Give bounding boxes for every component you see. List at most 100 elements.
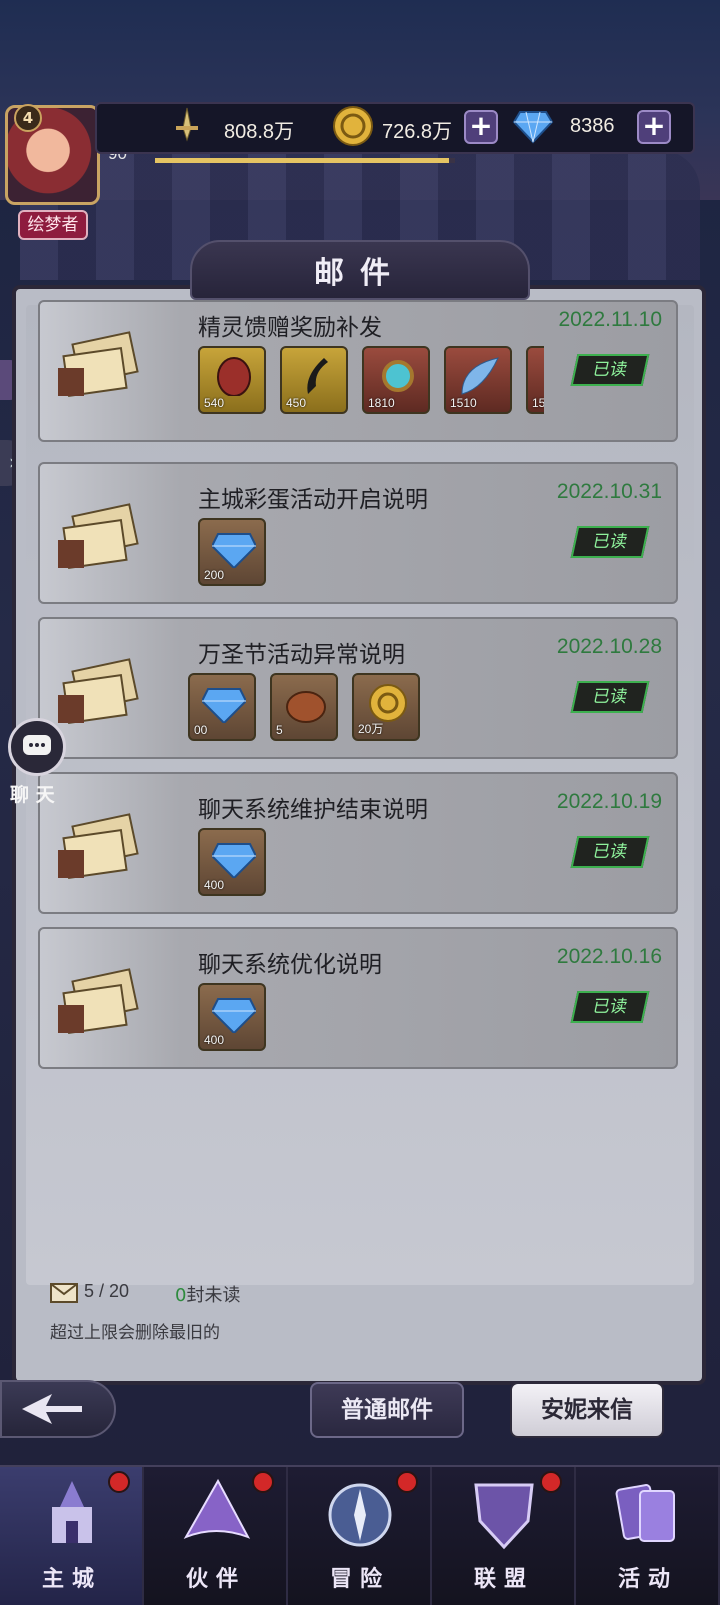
read-status-badge: 已读 [570, 354, 650, 386]
attachment-strip: 00 5 20万 [188, 619, 544, 757]
mail-envelope-icon [58, 503, 139, 569]
notification-dot [540, 1471, 562, 1493]
diamond-icon [212, 998, 256, 1033]
mail-row[interactable]: 精灵馈赠奖励补发 2022.11.10 已读 540 450 1810 1510 [38, 300, 678, 442]
item-icon [540, 356, 544, 396]
nav-label: 联盟 [473, 1566, 534, 1592]
attachment-item[interactable]: 5 [270, 673, 338, 741]
attachment-item[interactable]: 450 [280, 346, 348, 414]
sword-icon [176, 107, 198, 142]
experience-bar [155, 158, 455, 163]
item-quantity: 1810 [368, 396, 395, 410]
unread-count: 0封未读 [175, 1281, 240, 1307]
experience-fill [155, 158, 449, 163]
item-quantity: 200 [204, 568, 225, 582]
claw-icon [307, 358, 328, 394]
chat-bubble-icon [23, 735, 51, 755]
nav-item[interactable]: 伙伴 [144, 1467, 288, 1605]
egg-icon [217, 357, 251, 396]
attachment-strip: 400 [188, 929, 544, 1067]
mail-date: 2022.10.16 [556, 945, 662, 968]
player-title-tag: 绘梦者 [18, 210, 88, 240]
tab-annie-letters[interactable]: 安妮来信 [510, 1382, 664, 1438]
gold-coin-icon [369, 684, 407, 722]
shield-icon [474, 1483, 534, 1550]
attachment-item[interactable]: 540 [198, 346, 266, 414]
nav-item[interactable]: 活动 [576, 1467, 720, 1605]
gold-value: 726.8万 [382, 121, 453, 143]
compass-icon [328, 1483, 392, 1547]
mail-row[interactable]: 万圣节活动异常说明 2022.10.28 已读 00 5 20万 [38, 617, 678, 759]
item-quantity: 400 [204, 878, 225, 892]
tab-normal-mail[interactable]: 普通邮件 [310, 1382, 464, 1438]
orb-icon [382, 360, 414, 392]
item-quantity: 20万 [358, 722, 384, 736]
mail-row[interactable]: 聊天系统优化说明 2022.10.16 已读 400 [38, 927, 678, 1069]
add-diamond-button[interactable]: + [637, 110, 671, 144]
attachment-item[interactable]: 00 [188, 673, 256, 741]
item-quantity: 540 [204, 396, 225, 410]
unread-number: 0 [175, 1285, 187, 1306]
item-quantity: 1510 [450, 396, 477, 410]
cards-icon [615, 1484, 675, 1542]
item-quantity: 5 [276, 723, 283, 737]
chat-label: 聊 天 [10, 784, 55, 806]
attachment-strip: 540 450 1810 1510 153 [188, 302, 544, 440]
panel-title: 邮件 [314, 256, 406, 291]
item-quantity: 00 [194, 723, 208, 737]
nav-label: 活动 [617, 1566, 678, 1592]
mail-row[interactable]: 聊天系统维护结束说明 2022.10.19 已读 400 [38, 772, 678, 914]
unread-label: 封未读 [186, 1285, 241, 1306]
diamond-icon [202, 688, 246, 723]
mail-row[interactable]: 主城彩蛋活动开启说明 2022.10.31 已读 200 [38, 462, 678, 604]
mail-date: 2022.11.10 [558, 308, 662, 331]
nav-item[interactable]: 联盟 [432, 1467, 576, 1605]
castle-icon [52, 1481, 92, 1543]
witch-hat-icon [183, 1478, 251, 1539]
attachment-item[interactable]: 400 [198, 983, 266, 1051]
chat-button[interactable] [8, 718, 66, 776]
back-arrow-icon [22, 1394, 82, 1424]
mail-date: 2022.10.28 [556, 635, 662, 658]
notification-dot [396, 1471, 418, 1493]
nav-label: 主城 [41, 1566, 102, 1592]
back-button[interactable] [0, 1380, 116, 1438]
diamond-icon [212, 533, 256, 568]
nav-label: 伙伴 [185, 1566, 246, 1592]
read-status-badge: 已读 [570, 526, 650, 558]
feather-icon [461, 357, 499, 395]
mail-envelope-icon [58, 331, 139, 397]
envelope-icon [50, 1283, 78, 1303]
nav-item[interactable]: 主城 [0, 1467, 144, 1605]
capacity-note: 超过上限会删除最旧的 [50, 1323, 220, 1343]
power-value: 808.8万 [224, 121, 295, 143]
notification-dot [252, 1471, 274, 1493]
notification-dot [108, 1471, 130, 1493]
diamond-icon [512, 111, 554, 144]
attachment-item[interactable]: 153 [526, 346, 544, 414]
attachment-strip: 400 [188, 774, 544, 912]
attachment-strip: 200 [188, 464, 544, 602]
gold-coin-icon [333, 106, 373, 146]
mail-date: 2022.10.19 [556, 790, 662, 813]
attachment-item[interactable]: 1810 [362, 346, 430, 414]
mail-envelope-icon [58, 813, 139, 879]
mail-count: 5 / 20 [84, 1281, 130, 1301]
diamond-icon [212, 843, 256, 878]
nav-item[interactable]: 冒险 [288, 1467, 432, 1605]
add-gold-button[interactable]: + [464, 110, 498, 144]
mail-date: 2022.10.31 [556, 480, 662, 503]
vip-level-badge: 4 [14, 104, 42, 132]
attachment-item[interactable]: 200 [198, 518, 266, 586]
item-quantity: 400 [204, 1033, 225, 1047]
diamond-value: 8386 [570, 115, 615, 137]
item-quantity: 450 [286, 396, 307, 410]
mail-envelope-icon [58, 658, 139, 724]
attachment-item[interactable]: 20万 [352, 673, 420, 741]
pumpkin-icon [286, 691, 326, 723]
nav-label: 冒险 [329, 1566, 390, 1592]
read-status-badge: 已读 [570, 991, 650, 1023]
attachment-item[interactable]: 1510 [444, 346, 512, 414]
read-status-badge: 已读 [570, 836, 650, 868]
attachment-item[interactable]: 400 [198, 828, 266, 896]
